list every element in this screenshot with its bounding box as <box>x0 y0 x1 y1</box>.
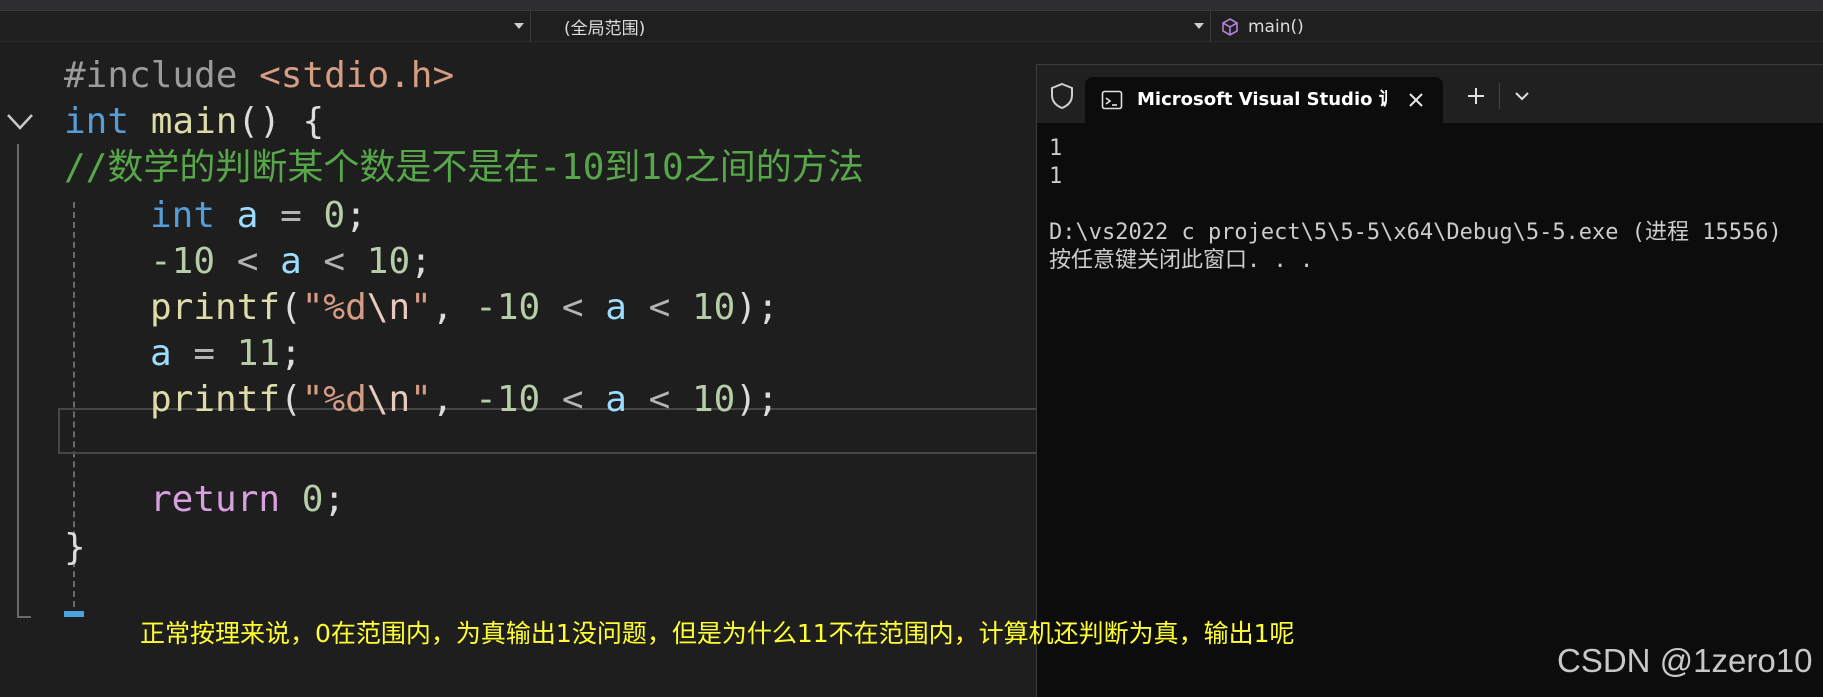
code-line-6: printf("%d\n", -10 < a < 10); <box>64 282 779 334</box>
chevron-down-icon <box>514 23 524 29</box>
fold-region-line <box>17 144 19 618</box>
token-escape: \n <box>366 379 411 420</box>
code-editor[interactable]: #include <stdio.h> int main() { //数学的判断某… <box>0 42 1048 697</box>
token-operator: < <box>540 287 606 328</box>
preprocessor-directive: #include <box>64 55 238 96</box>
terminal-icon <box>1101 90 1123 110</box>
token-operator: < <box>626 379 692 420</box>
code-line-8: printf("%d\n", -10 < a < 10); <box>64 374 779 426</box>
token-function: main <box>150 101 238 142</box>
token-operator: < <box>626 287 692 328</box>
close-icon[interactable] <box>1407 91 1425 109</box>
token-punct: ( <box>280 379 302 420</box>
token-variable: a <box>236 195 259 236</box>
token-function: printf <box>150 379 281 420</box>
method-cube-icon <box>1222 17 1238 36</box>
text-cursor <box>64 611 84 617</box>
new-tab-plus-icon[interactable] <box>1461 81 1491 111</box>
chevron-down-icon <box>1194 23 1204 29</box>
token-operator: = <box>171 333 237 374</box>
token-number: -10 <box>475 287 541 328</box>
token-number: 10 <box>691 287 736 328</box>
code-line-10: return 0; <box>64 474 345 526</box>
watermark: CSDN @1zero10 <box>1557 642 1813 679</box>
token-punct: ; <box>410 241 432 282</box>
token-operator: = <box>258 195 324 236</box>
token-variable: a <box>280 241 302 282</box>
project-dropdown[interactable] <box>0 11 531 42</box>
console-output-line: 按任意键关闭此窗口. . . <box>1049 248 1314 273</box>
code-line-11: } <box>64 522 86 574</box>
token-punct: , <box>431 379 476 420</box>
screen: (全局范围) main() #include <stdio.h> int mai… <box>0 0 1823 697</box>
function-dropdown[interactable]: main() <box>1216 11 1823 42</box>
token-punct: ; <box>345 195 367 236</box>
scope-dropdown-label: (全局范围) <box>564 19 646 39</box>
token-number: 0 <box>323 195 346 236</box>
token-punct: ; <box>280 333 302 374</box>
token-string: " <box>410 287 432 328</box>
code-line-4: int a = 0; <box>64 190 367 242</box>
code-line-7: a = 11; <box>64 328 302 380</box>
token-operator: < <box>301 241 367 282</box>
scope-dropdown[interactable]: (全局范围) <box>540 11 1211 42</box>
token-number: 0 <box>301 479 324 520</box>
token-keyword: int <box>64 101 130 142</box>
token-number: -10 <box>475 379 541 420</box>
fold-region-end <box>17 616 31 618</box>
annotation-text: 正常按理来说，0在范围内，为真输出1没问题，但是为什么11不在范围内，计算机还判… <box>140 619 1295 648</box>
token-punct: () { <box>237 101 325 142</box>
title-strip <box>0 0 1823 10</box>
console-tab-title: Microsoft Visual Studio 调试控 <box>1137 89 1387 110</box>
token-operator: < <box>215 241 281 282</box>
token-number: 10 <box>366 241 411 282</box>
console-tab[interactable]: Microsoft Visual Studio 调试控 <box>1085 77 1443 123</box>
token-punct: ; <box>323 479 346 520</box>
token-variable: a <box>605 287 627 328</box>
console-output: 1 1 D:\vs2022 c project\5\5-5\x64\Debug\… <box>1049 135 1819 275</box>
console-output-line: D:\vs2022 c project\5\5-5\x64\Debug\5-5.… <box>1049 220 1782 245</box>
token-number: 10 <box>691 379 736 420</box>
token-escape: \n <box>366 287 411 328</box>
token-keyword: return <box>150 479 281 520</box>
code-line-5: -10 < a < 10; <box>64 236 432 288</box>
console-output-line: 1 <box>1049 136 1063 161</box>
token-punct: ); <box>735 287 779 328</box>
token-string: " <box>410 379 432 420</box>
token-function: printf <box>150 287 281 328</box>
code-line-1: #include <stdio.h> <box>64 50 454 102</box>
debug-console-window[interactable]: Microsoft Visual Studio 调试控 1 1 D:\vs202… <box>1036 64 1823 697</box>
token-string: "%d <box>301 379 367 420</box>
function-dropdown-label: main() <box>1248 16 1304 37</box>
include-header: <stdio.h> <box>259 55 455 96</box>
token-number: 11 <box>236 333 281 374</box>
token-variable: a <box>605 379 627 420</box>
token-number: -10 <box>150 241 216 282</box>
code-line-3-comment: //数学的判断某个数是不是在-10到10之间的方法 <box>64 147 864 188</box>
token-keyword: int <box>150 195 216 236</box>
navigation-bar: (全局范围) main() <box>0 10 1823 42</box>
console-title-bar: Microsoft Visual Studio 调试控 <box>1037 65 1823 123</box>
code-line-2: int main() { <box>64 96 324 148</box>
token-punct: , <box>431 287 476 328</box>
console-output-line: 1 <box>1049 164 1063 189</box>
collapse-chevron-icon[interactable] <box>4 110 36 134</box>
tab-separator <box>1499 83 1500 109</box>
token-brace: } <box>64 527 86 568</box>
token-punct: ); <box>735 379 779 420</box>
chevron-down-icon[interactable] <box>1507 81 1537 111</box>
token-string: "%d <box>301 287 367 328</box>
token-variable: a <box>150 333 172 374</box>
token-punct: ( <box>280 287 302 328</box>
shield-icon <box>1051 82 1073 110</box>
token-operator: < <box>540 379 606 420</box>
